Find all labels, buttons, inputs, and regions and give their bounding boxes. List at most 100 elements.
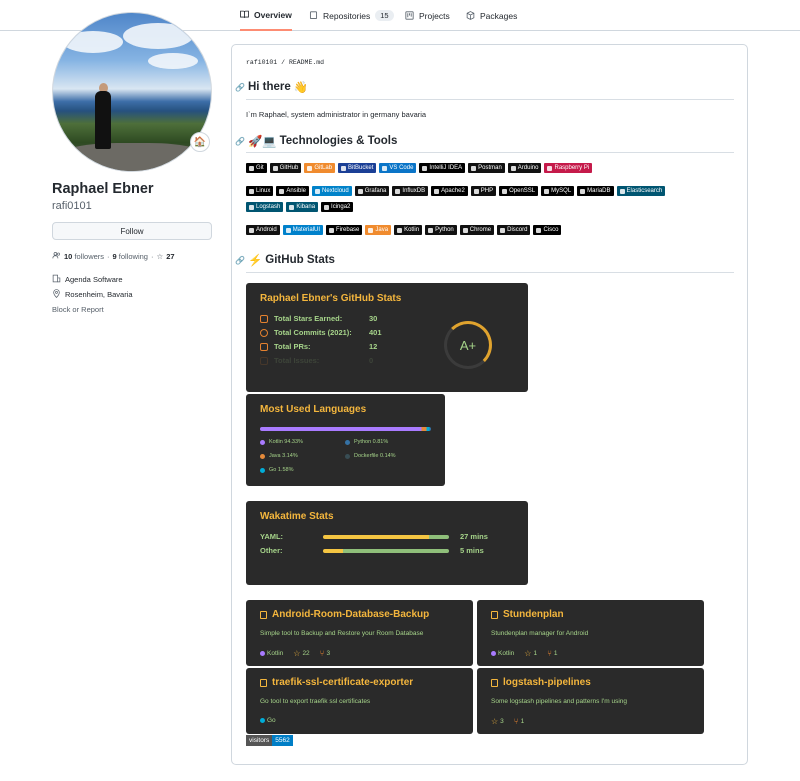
languages-card[interactable]: Most Used Languages Kotlin 94.33% Python… [246,394,445,486]
tech-logo-icon [462,227,468,233]
company: Agenda Software [52,274,123,285]
followers-link[interactable]: 10 followers [64,252,104,261]
tech-logo-icon [544,188,550,194]
following-link[interactable]: 9 following [113,252,148,261]
intro-text: I`m Raphael, system administrator in ger… [246,110,427,119]
profile-readme: rafi0101 / README.md 🔗 Hi there 👋 I`m Ra… [231,44,748,765]
tech-logo-icon [341,165,347,171]
tab-repositories[interactable]: Repositories 15 [309,0,394,31]
wakatime-row-value: 5 mins [460,546,484,555]
avatar[interactable] [52,12,212,172]
badges-row: Linux Ansible Nextcloud Grafana InfluxDB Apac… [246,186,666,196]
crumb-user[interactable]: rafi0101 [246,59,277,66]
tech-badge: Nextcloud [312,186,352,196]
tech-badge: Cisco [533,225,562,235]
tech-logo-icon [580,188,586,194]
repo-card[interactable]: Stundenplan Stundenplan manager for Andr… [477,600,704,666]
tech-badge: Kibana [286,202,319,212]
tab-packages-label: Packages [480,10,518,21]
repo-description: Simple tool to Backup and Restore your R… [260,630,424,637]
tech-logo-icon [422,165,428,171]
stat-row: Total Commits (2021): 401 [260,328,382,337]
tab-repositories-label: Repositories [323,10,371,21]
repo-name[interactable]: Android-Room-Database-Backup [272,609,429,620]
fork-icon: ⑂ [319,649,325,658]
repo-icon [309,11,318,20]
anchor-link-icon[interactable]: 🔗 [235,137,245,146]
tech-badge: Icinga2 [321,202,354,212]
book-icon [240,10,249,19]
repo-name[interactable]: logstash-pipelines [503,677,591,688]
tab-packages[interactable]: Packages [466,0,517,31]
crumb-file: README.md [288,59,325,66]
organization-icon [52,274,61,285]
repo-description: Stundenplan manager for Android [491,630,589,637]
tech-badge: OpenSSL [499,186,539,196]
language-item: Java 3.14% [260,453,298,459]
tech-badge: Apache2 [431,186,468,196]
tab-overview[interactable]: Overview [240,0,292,31]
tech-badge: MariaDB [577,186,614,196]
language-item: Python 0.81% [345,439,388,445]
tech-logo-icon [329,227,335,233]
repo-card[interactable]: logstash-pipelines Some logstash pipelin… [477,668,704,734]
tech-logo-icon [368,227,374,233]
star-icon: ☆ [524,649,532,658]
visitors-badge: visitors 5562 [246,735,293,746]
tech-logo-icon [510,165,516,171]
tech-badge: MySQL [541,186,575,196]
stat-row: Total Stars Earned: 30 [260,314,377,323]
tech-badge: Logstash [246,202,284,212]
repo-name[interactable]: Stundenplan [503,609,564,620]
anchor-link-icon[interactable]: 🔗 [235,83,245,92]
github-stats-card[interactable]: Raphael Ebner's GitHub Stats Total Stars… [246,283,528,392]
tech-badge: Kotlin [394,225,423,235]
repo-card[interactable]: traefik-ssl-certificate-exporter Go tool… [246,668,473,734]
repo-meta: Go [260,717,282,724]
tech-badge: Git [246,163,267,173]
heading-github-stats: 🔗 ⚡ GitHub Stats [235,254,335,267]
fork-icon: ⑂ [547,649,552,658]
stat-row: Total PRs: 12 [260,342,377,351]
tech-logo-icon [249,204,254,210]
tech-logo-icon [502,188,508,194]
badges-row: Android MaterialUI Firebase Java Kotlin Pytho… [246,225,562,235]
tab-projects[interactable]: Projects [405,0,450,31]
follow-button[interactable]: Follow [52,222,212,240]
profile-login: rafi0101 [52,200,92,212]
tech-logo-icon [536,227,542,233]
status-emoji[interactable]: 🏠 [190,132,210,152]
location: Rosenheim, Bavaria [52,289,133,300]
tech-badge: Elasticsearch [616,186,666,196]
project-icon [405,11,414,20]
tech-logo-icon [547,165,553,171]
issue-icon [260,356,268,365]
repo-card[interactable]: Android-Room-Database-Backup Simple tool… [246,600,473,666]
tech-badge: MaterialUI [282,225,324,235]
tech-badge: Grafana [354,186,390,196]
repo-name[interactable]: traefik-ssl-certificate-exporter [272,677,413,688]
tech-logo-icon [272,165,278,171]
tech-badge: PHP [470,186,497,196]
star-icon: ☆ [491,717,499,726]
tech-logo-icon [249,227,254,233]
repo-icon [491,610,498,619]
badges-row: Git GitHub GitLab BitBucket VS Code IntelliJ … [246,163,593,173]
tech-badge: Chrome [459,225,495,235]
repo-meta: Kotlin ☆ 22 ⑂ 3 [260,649,336,658]
tech-logo-icon [315,188,321,194]
block-or-report-link[interactable]: Block or Report [52,305,104,314]
wakatime-bar [323,535,449,539]
star-icon: ☆ [156,252,164,261]
tech-logo-icon [471,165,477,171]
anchor-link-icon[interactable]: 🔗 [235,256,245,265]
repo-icon [491,678,498,687]
visitors-label: visitors [246,735,273,746]
tech-logo-icon [382,165,388,171]
wakatime-card[interactable]: Wakatime Stats YAML: 27 mins Other: 5 mi… [246,501,528,585]
tech-logo-icon [619,188,625,194]
tech-logo-icon [428,227,434,233]
tech-badge: Linux [246,186,274,196]
tech-logo-icon [500,227,506,233]
stars-count[interactable]: 27 [166,252,174,261]
